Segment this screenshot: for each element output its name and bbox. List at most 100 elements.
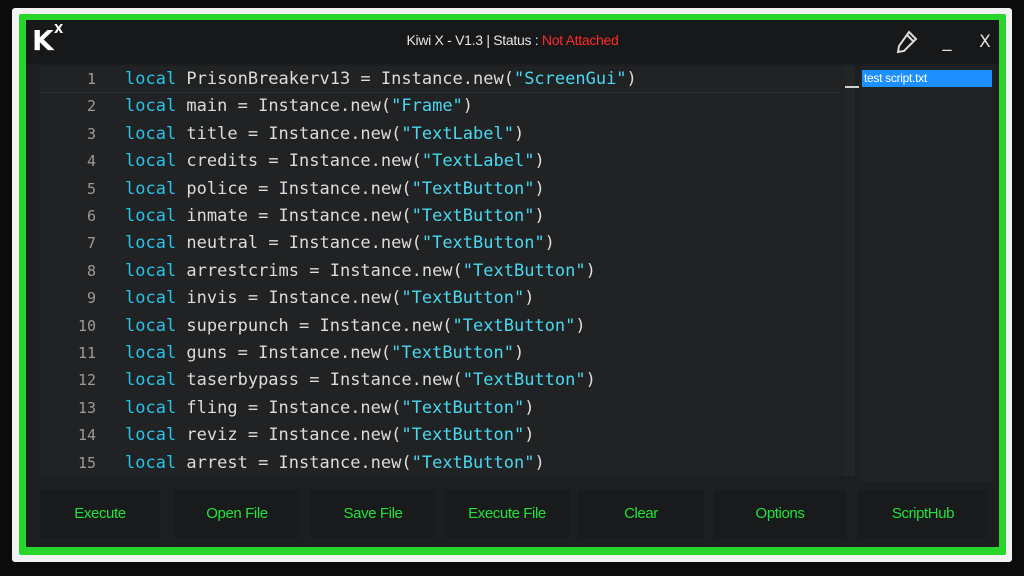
minimize-button[interactable]: _ <box>935 28 959 56</box>
code-line[interactable]: 12 local taserbypass = Instance.new("Text… <box>40 367 840 394</box>
close-button[interactable]: X <box>975 28 995 56</box>
keyword: local <box>125 260 177 281</box>
code-line[interactable]: 3 local title = Instance.new("TextLabel") <box>40 121 840 148</box>
string-literal: "TextLabel" <box>421 151 535 172</box>
line-number: 4 <box>86 152 96 171</box>
line-number: 7 <box>86 234 96 253</box>
pin-icon[interactable] <box>892 28 920 56</box>
code-line[interactable]: 8 local arrestcrims = Instance.new("TextB… <box>40 258 840 285</box>
string-literal: "TextButton" <box>452 315 576 336</box>
keyword: local <box>125 425 177 446</box>
line-number: 9 <box>86 289 96 308</box>
code-line[interactable]: 5 local police = Instance.new("TextButton… <box>40 176 840 203</box>
window-title: Kiwi X - V1.3 | Status : Not Attached <box>26 32 999 48</box>
keyword: local <box>125 69 177 89</box>
keyword: local <box>125 96 177 117</box>
code-text: local reviz = Instance.new("TextButton") <box>125 422 534 449</box>
code-text: local police = Instance.new("TextButton"… <box>125 176 545 203</box>
code-line[interactable]: 10 local superpunch = Instance.new("TextB… <box>40 313 840 340</box>
code-line[interactable]: 2 local main = Instance.new("Frame") <box>40 93 840 120</box>
open-file-button[interactable]: Open File <box>174 490 300 538</box>
keyword: local <box>125 288 177 309</box>
code-line[interactable]: 14 local reviz = Instance.new("TextButton… <box>40 422 840 449</box>
string-literal: "TextButton" <box>401 425 525 446</box>
identifier: arrestcrims <box>176 260 300 281</box>
line-number: 1 <box>86 70 96 88</box>
expression: = Instance.new( <box>299 370 463 391</box>
keyword: local <box>125 343 177 363</box>
keyword: local <box>125 315 177 336</box>
expression: = Instance.new( <box>299 260 463 281</box>
keyword: local <box>125 178 177 199</box>
code-text: local guns = Instance.new("TextButton") <box>125 340 524 367</box>
identifier: fling <box>176 397 238 418</box>
line-number: 10 <box>77 316 96 335</box>
code-line[interactable]: 4 local credits = Instance.new("TextLabel… <box>40 148 840 175</box>
keyword: local <box>125 233 177 254</box>
execute-button[interactable]: Execute <box>40 490 160 538</box>
code-line[interactable]: 9 local invis = Instance.new("TextButton"… <box>40 285 840 312</box>
string-literal: "TextButton" <box>411 452 535 473</box>
code-line[interactable]: 1 local PrisonBreakerv13 = Instance.new("… <box>40 66 840 93</box>
code-text: local arrestcrims = Instance.new("TextBu… <box>125 258 596 285</box>
code-line[interactable]: 7 local neutral = Instance.new("TextButto… <box>40 230 840 257</box>
code-text: local title = Instance.new("TextLabel") <box>125 121 524 148</box>
expression: = Instance.new( <box>237 397 402 418</box>
identifier: guns <box>176 343 228 363</box>
expression: = Instance.new( <box>237 123 402 144</box>
code-text: local superpunch = Instance.new("TextBut… <box>125 313 586 340</box>
string-literal: "TextButton" <box>401 397 525 418</box>
code-line[interactable]: 6 local inmate = Instance.new("TextButton… <box>40 203 840 230</box>
keyword: local <box>125 397 177 418</box>
code-line[interactable]: 13 local fling = Instance.new("TextButton… <box>40 395 840 422</box>
expression: = Instance.new( <box>247 206 412 226</box>
code-text: local inmate = Instance.new("TextButton"… <box>125 203 545 230</box>
scroll-thumb[interactable] <box>845 86 859 88</box>
code-line[interactable]: 11 local guns = Instance.new("TextButton"… <box>40 340 840 367</box>
code-text: local fling = Instance.new("TextButton") <box>125 395 534 422</box>
code-editor[interactable]: 1 local PrisonBreakerv13 = Instance.new("… <box>40 66 859 477</box>
identifier: taserbypass <box>176 370 300 391</box>
expression: = Instance.new( <box>258 233 422 254</box>
script-list-item[interactable]: test script.txt <box>862 70 992 87</box>
code-text: local invis = Instance.new("TextButton") <box>125 285 534 312</box>
title-bar[interactable]: KX Kiwi X - V1.3 | Status : Not Attached… <box>26 20 999 64</box>
code-text: local credits = Instance.new("TextLabel"… <box>125 148 545 175</box>
options-button[interactable]: Options <box>714 490 846 538</box>
keyword: local <box>125 151 177 172</box>
closing-paren: ) <box>534 178 545 199</box>
identifier: reviz <box>176 425 238 446</box>
expression: = Instance.new( <box>350 69 514 89</box>
editor-scrollbar[interactable] <box>845 66 859 476</box>
string-literal: "TextButton" <box>401 288 525 309</box>
expression: = Instance.new( <box>237 425 402 446</box>
identifier: arrest <box>176 452 248 473</box>
string-literal: "TextButton" <box>462 370 586 391</box>
string-literal: "TextLabel" <box>401 123 514 144</box>
scripthub-button[interactable]: ScriptHub <box>858 490 988 538</box>
string-literal: "TextButton" <box>462 260 586 281</box>
execute-file-button[interactable]: Execute File <box>444 490 570 538</box>
save-file-button[interactable]: Save File <box>310 490 436 538</box>
clear-button[interactable]: Clear <box>578 490 704 538</box>
string-literal: "Frame" <box>391 96 463 117</box>
code-text: local main = Instance.new("Frame") <box>125 93 473 120</box>
line-number: 8 <box>86 261 96 280</box>
line-number: 14 <box>77 426 96 445</box>
code-line[interactable]: 15 local arrest = Instance.new("TextButto… <box>40 450 840 477</box>
identifier: invis <box>176 288 238 309</box>
closing-paren: ) <box>534 206 545 226</box>
closing-paren: ) <box>462 96 474 117</box>
closing-paren: ) <box>626 69 637 89</box>
closing-paren: ) <box>544 233 555 254</box>
identifier: title <box>176 123 238 144</box>
status-value: Not Attached <box>541 32 619 48</box>
line-number: 12 <box>77 371 96 390</box>
title-text: Kiwi X - V1.3 | Status : <box>406 32 542 48</box>
keyword: local <box>125 452 177 473</box>
executor-window: KX Kiwi X - V1.3 | Status : Not Attached… <box>26 20 999 547</box>
closing-paren: ) <box>513 343 525 363</box>
line-number: 5 <box>86 179 96 198</box>
line-number: 11 <box>77 344 96 362</box>
expression: = Instance.new( <box>227 343 392 363</box>
